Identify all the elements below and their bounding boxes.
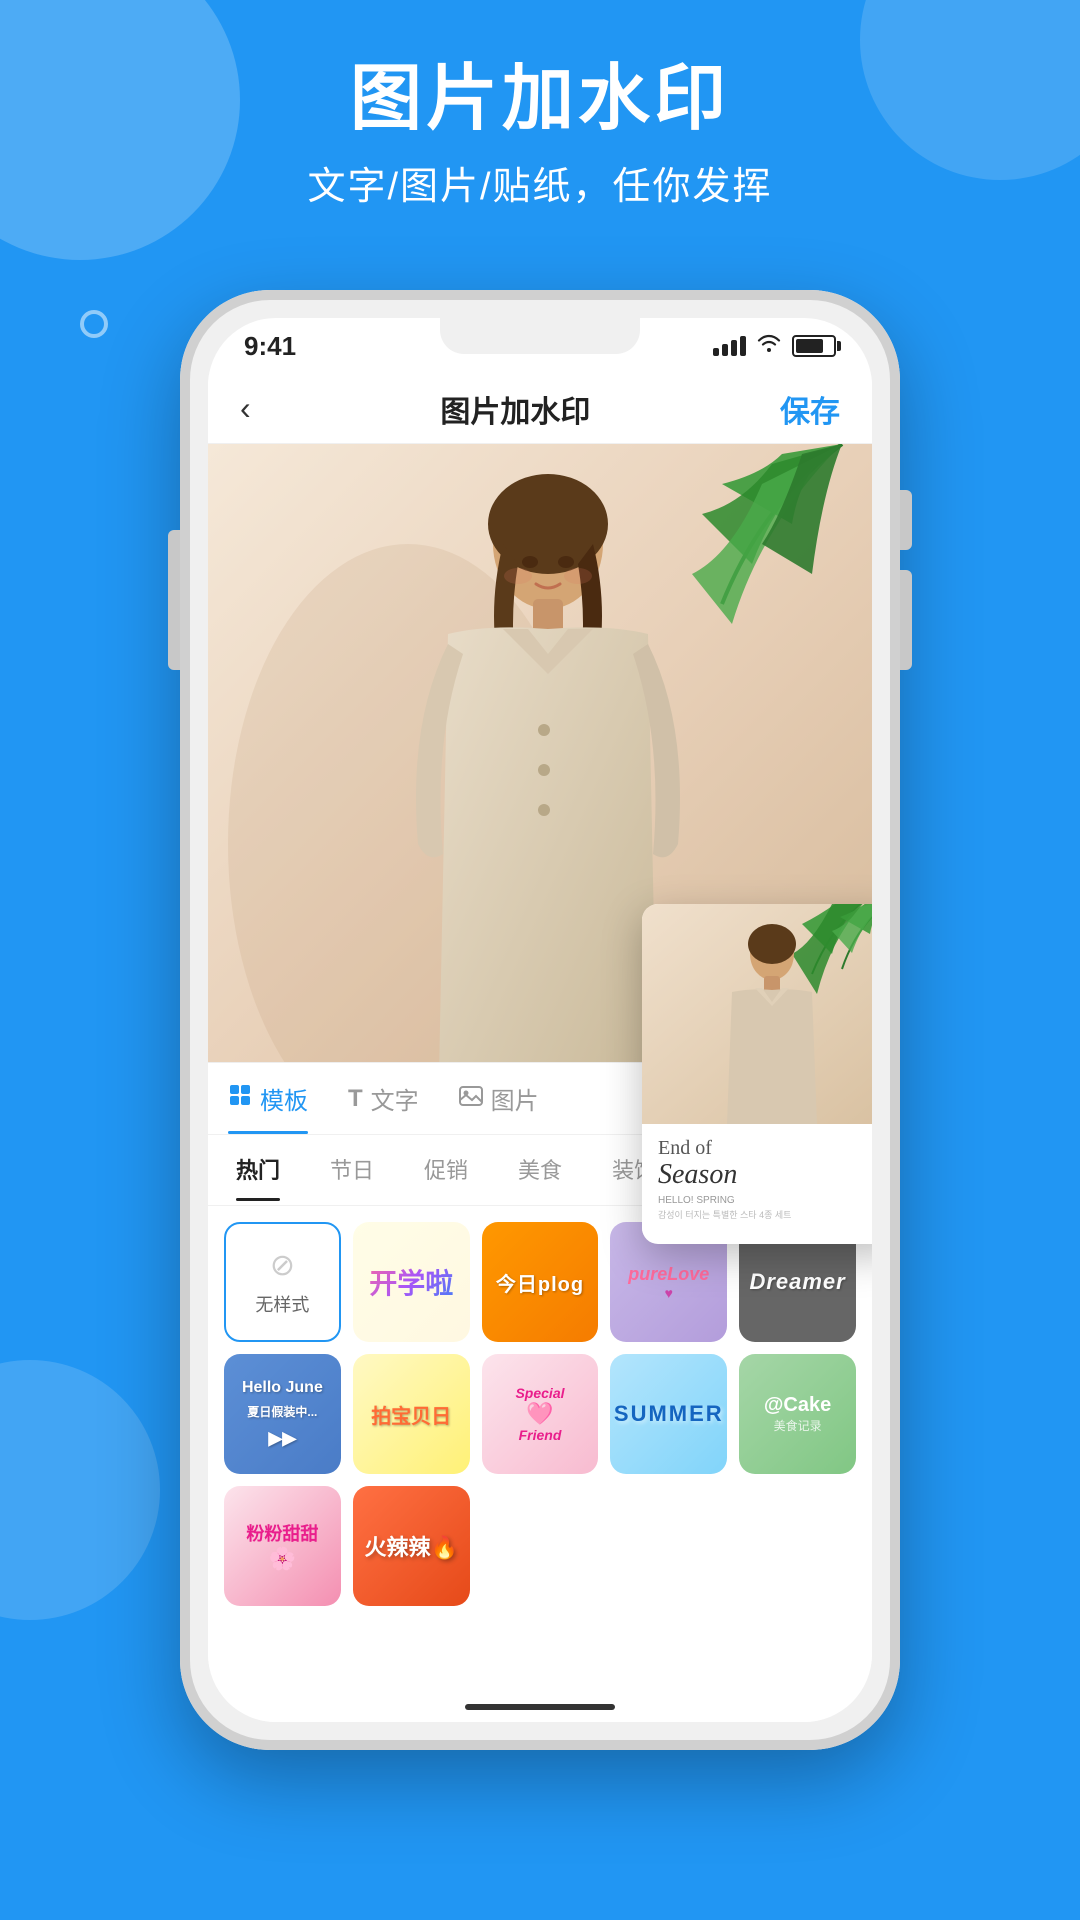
tab-image-label: 图片 xyxy=(491,1081,539,1116)
power-button xyxy=(900,490,912,550)
sticker-special-content: Special 🩷 Friend xyxy=(515,1385,564,1443)
volume-down-button xyxy=(900,570,912,670)
preview-card-text: End of Season HELLO! SPRING 감성이 터지는 특별한 … xyxy=(642,1124,872,1233)
sticker-jinri-label: 今日plog xyxy=(492,1264,588,1301)
sticker-baobao-label: 拍宝贝日 xyxy=(367,1396,455,1433)
volume-up-button xyxy=(168,530,180,670)
sticker-pink-label: 粉粉甜甜 xyxy=(246,1520,318,1546)
sticker-jinri[interactable]: 今日plog xyxy=(482,1222,599,1342)
tab-text-label: 文字 xyxy=(371,1081,419,1116)
template-icon xyxy=(228,1083,252,1114)
main-image-canvas[interactable]: End of Season HELLO! SPRING 감성이 터지는 특별한 … xyxy=(208,444,872,1124)
preview-card-small-text: 감성이 터지는 특별한 스타 4종 세트 xyxy=(658,1208,872,1221)
preview-card-image xyxy=(642,904,872,1124)
category-promo[interactable]: 促销 xyxy=(424,1153,468,1193)
save-button[interactable]: 保存 xyxy=(780,387,840,431)
page-main-title: 图片加水印 xyxy=(0,60,1080,139)
battery-fill xyxy=(796,339,823,353)
phone-notch xyxy=(440,318,640,354)
tab-template[interactable]: 模板 xyxy=(228,1081,308,1124)
back-button[interactable]: ‹ xyxy=(240,390,251,427)
text-icon: T xyxy=(348,1085,363,1113)
sticker-cake[interactable]: @Cake 美食记录 xyxy=(739,1354,856,1474)
bg-decoration-circle-bl xyxy=(0,1360,160,1620)
sticker-grid: ⊘ 无样式 开学啦 今日plog pureLove xyxy=(208,1206,872,1622)
category-food[interactable]: 美食 xyxy=(518,1153,562,1193)
sticker-summer[interactable]: SUMMER xyxy=(610,1354,727,1474)
nav-title: 图片加水印 xyxy=(440,387,590,431)
status-icons xyxy=(713,333,836,359)
no-style-icon: ⊘ xyxy=(270,1248,295,1283)
bg-decoration-dot xyxy=(80,310,108,338)
sticker-dreamer-label: Dreamer xyxy=(745,1265,849,1299)
no-style-label: 无样式 xyxy=(255,1291,309,1317)
signal-icon xyxy=(713,336,746,356)
sticker-spicy-label: 火辣辣🔥 xyxy=(360,1526,461,1566)
sticker-baobao[interactable]: 拍宝贝日 xyxy=(353,1354,470,1474)
sticker-cake-content: @Cake 美食记录 xyxy=(764,1394,831,1434)
phone-frame: 9:41 xyxy=(180,290,900,1750)
sticker-spicy[interactable]: 火辣辣🔥 xyxy=(353,1486,470,1606)
sticker-summer-label: SUMMER xyxy=(610,1397,727,1431)
battery-icon xyxy=(792,335,836,357)
tab-image[interactable]: 图片 xyxy=(459,1081,539,1124)
status-time: 9:41 xyxy=(244,331,296,362)
home-indicator xyxy=(465,1704,615,1710)
sticker-love-label: pureLove xyxy=(628,1264,709,1285)
page-subtitle: 文字/图片/贴纸，任你发挥 xyxy=(0,155,1080,210)
header-area: 图片加水印 文字/图片/贴纸，任你发挥 xyxy=(0,60,1080,210)
navigation-bar: ‹ 图片加水印 保存 xyxy=(208,374,872,444)
sticker-no-style[interactable]: ⊘ 无样式 xyxy=(224,1222,341,1342)
image-icon xyxy=(459,1085,483,1113)
category-hot[interactable]: 热门 xyxy=(236,1153,280,1193)
phone-mockup: 9:41 xyxy=(180,290,900,1750)
preview-card: End of Season HELLO! SPRING 감성이 터지는 특별한 … xyxy=(642,904,872,1244)
sticker-love-content: pureLove ♥ xyxy=(628,1264,709,1301)
sticker-pink-content: 粉粉甜甜 🌸 xyxy=(246,1520,318,1572)
preview-card-line3: HELLO! SPRING xyxy=(658,1195,872,1206)
tab-template-label: 模板 xyxy=(260,1081,308,1116)
preview-card-line1: End of xyxy=(658,1136,872,1160)
sticker-hello[interactable]: Hello June 夏日假装中... ▶▶ xyxy=(224,1354,341,1474)
wifi-icon xyxy=(756,333,782,359)
sticker-pink[interactable]: 粉粉甜甜 🌸 xyxy=(224,1486,341,1606)
sticker-cake-label: @Cake xyxy=(764,1394,831,1417)
tab-text[interactable]: T 文字 xyxy=(348,1081,419,1124)
card-palm-leaves xyxy=(822,904,872,999)
preview-card-line2: Season xyxy=(658,1160,872,1191)
phone-screen: 9:41 xyxy=(208,318,872,1722)
sticker-hello-content: Hello June 夏日假装中... ▶▶ xyxy=(238,1371,327,1457)
sticker-kaiyue[interactable]: 开学啦 xyxy=(353,1222,470,1342)
category-holiday[interactable]: 节日 xyxy=(330,1153,374,1193)
sticker-special[interactable]: Special 🩷 Friend xyxy=(482,1354,599,1474)
palm-leaves-decoration xyxy=(692,444,872,649)
sticker-kaiyue-label: 开学啦 xyxy=(365,1258,457,1306)
